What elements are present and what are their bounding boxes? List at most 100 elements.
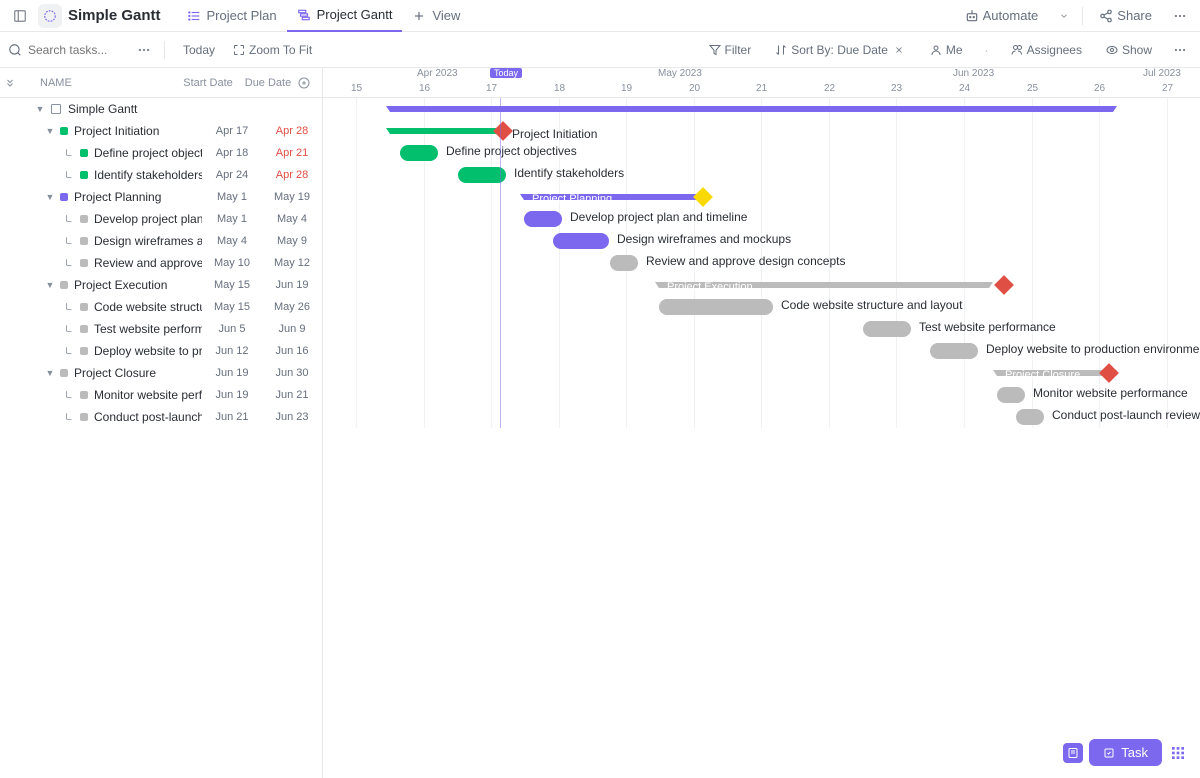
task-row[interactable]: ▼Project PlanningMay 1May 19 [0,186,322,208]
due-date-cell[interactable]: May 19 [262,191,322,203]
due-date-cell[interactable]: Jun 19 [262,279,322,291]
task-row[interactable]: ▼Project InitiationApr 17Apr 28 [0,120,322,142]
add-column-button[interactable] [298,77,322,89]
task-row[interactable]: ▼Simple Gantt [0,98,322,120]
automate-dropdown-icon[interactable] [1054,6,1074,26]
collapse-caret-icon[interactable]: ▼ [44,279,56,291]
due-date-cell[interactable]: Jun 16 [262,345,322,357]
notepad-button[interactable] [1063,743,1083,763]
due-date-cell[interactable]: May 26 [262,301,322,313]
apps-icon[interactable] [1168,743,1188,763]
gantt-bar[interactable]: Conduct post-launch review [1016,409,1044,425]
more-menu-icon[interactable] [1168,4,1192,28]
assignees-button[interactable]: Assignees [1003,39,1090,61]
start-date-cell[interactable]: Apr 24 [202,169,262,181]
gantt-bar[interactable]: Code website structure and layout [659,299,773,315]
due-date-cell[interactable]: Apr 28 [262,169,322,181]
gantt-bar[interactable]: Define project objectives [400,145,438,161]
today-button[interactable]: Today [173,39,225,61]
milestone-icon[interactable] [693,187,713,207]
milestone-icon[interactable] [1099,363,1119,383]
gantt-bar[interactable]: Project Planning [524,194,704,200]
search-more-icon[interactable] [132,38,156,62]
due-date-cell[interactable]: Apr 28 [262,125,322,137]
start-date-cell[interactable]: May 15 [202,301,262,313]
column-due[interactable]: Due Date [238,77,298,89]
start-date-cell[interactable]: Jun 21 [202,411,262,423]
gantt-bar[interactable] [390,106,1113,112]
column-start[interactable]: Start Date [178,77,238,89]
column-name[interactable]: NAME [0,77,178,89]
gantt-bar[interactable]: Deploy website to production environment [930,343,978,359]
collapse-caret-icon[interactable]: ▼ [34,103,46,115]
due-date-cell[interactable]: May 4 [262,213,322,225]
search-icon[interactable] [8,43,22,57]
due-date-cell[interactable]: Jun 30 [262,367,322,379]
due-date-cell[interactable]: Jun 9 [262,323,322,335]
zoom-to-fit-button[interactable]: Zoom To Fit [225,39,320,61]
show-button[interactable]: Show [1098,39,1160,61]
start-date-cell[interactable]: Jun 12 [202,345,262,357]
toolbar-more-icon[interactable] [1168,38,1192,62]
sort-clear-icon[interactable] [892,43,906,57]
task-row[interactable]: Design wireframes and mockupsMay 4May 9 [0,230,322,252]
task-row[interactable]: Define project objectivesApr 18Apr 21 [0,142,322,164]
start-date-cell[interactable]: Jun 19 [202,389,262,401]
new-task-button[interactable]: Task [1089,739,1162,766]
sidebar-toggle-icon[interactable] [8,4,32,28]
sort-button[interactable]: Sort By: Due Date [767,39,914,61]
share-button[interactable]: Share [1091,4,1160,27]
gantt-bar[interactable]: Monitor website performance [997,387,1025,403]
due-date-cell[interactable]: Jun 23 [262,411,322,423]
task-row[interactable]: Code website structure and layoutMay 15M… [0,296,322,318]
task-row[interactable]: Identify stakeholdersApr 24Apr 28 [0,164,322,186]
gantt-bar[interactable]: Project Execution [659,282,989,288]
gantt-bar[interactable]: Design wireframes and mockups [553,233,609,249]
milestone-icon[interactable] [994,275,1014,295]
gantt-bar[interactable]: Test website performance [863,321,911,337]
me-button[interactable]: Me [922,39,971,61]
due-date-cell[interactable]: May 12 [262,257,322,269]
add-view-button[interactable]: View [402,0,470,32]
subtask-icon [64,412,74,422]
due-date-cell[interactable]: Apr 21 [262,147,322,159]
tab-project-plan[interactable]: Project Plan [177,0,287,32]
chart-body[interactable]: Project Initiation Define project objecti… [323,98,1200,428]
expand-collapse-icon[interactable] [4,77,16,89]
month-label: Jul 2023 [1143,68,1181,79]
start-date-cell[interactable]: May 15 [202,279,262,291]
start-date-cell[interactable]: Apr 17 [202,125,262,137]
collapse-caret-icon[interactable]: ▼ [44,191,56,203]
status-dot [60,281,68,289]
gantt-bar[interactable]: Project Initiation [390,128,504,134]
start-date-cell[interactable]: May 1 [202,191,262,203]
task-row[interactable]: ▼Project ExecutionMay 15Jun 19 [0,274,322,296]
collapse-caret-icon[interactable]: ▼ [44,367,56,379]
filter-button[interactable]: Filter [701,39,760,61]
task-row[interactable]: Test website performanceJun 5Jun 9 [0,318,322,340]
tab-project-gantt[interactable]: Project Gantt [287,0,403,32]
gantt-bar[interactable]: Develop project plan and timeline [524,211,562,227]
start-date-cell[interactable]: Jun 19 [202,367,262,379]
due-date-cell[interactable]: Jun 21 [262,389,322,401]
task-row[interactable]: ▼Project ClosureJun 19Jun 30 [0,362,322,384]
task-row[interactable]: Monitor website performanceJun 19Jun 21 [0,384,322,406]
task-row[interactable]: Conduct post-launch reviewJun 21Jun 23 [0,406,322,428]
start-date-cell[interactable]: May 4 [202,235,262,247]
start-date-cell[interactable]: Apr 18 [202,147,262,159]
milestone-icon[interactable] [493,121,513,141]
bar-label: Monitor website performance [1033,386,1188,400]
gantt-bar[interactable]: Review and approve design concepts [610,255,638,271]
gantt-bar[interactable]: Identify stakeholders [458,167,506,183]
task-row[interactable]: Develop project plan and timelineMay 1Ma… [0,208,322,230]
gantt-bar[interactable]: Project Closure [997,370,1113,376]
collapse-caret-icon[interactable]: ▼ [44,125,56,137]
task-row[interactable]: Review and approve design conceptsMay 10… [0,252,322,274]
task-row[interactable]: Deploy website to production environment… [0,340,322,362]
start-date-cell[interactable]: Jun 5 [202,323,262,335]
start-date-cell[interactable]: May 10 [202,257,262,269]
automate-button[interactable]: Automate [957,4,1047,27]
search-input[interactable] [28,43,128,57]
due-date-cell[interactable]: May 9 [262,235,322,247]
start-date-cell[interactable]: May 1 [202,213,262,225]
